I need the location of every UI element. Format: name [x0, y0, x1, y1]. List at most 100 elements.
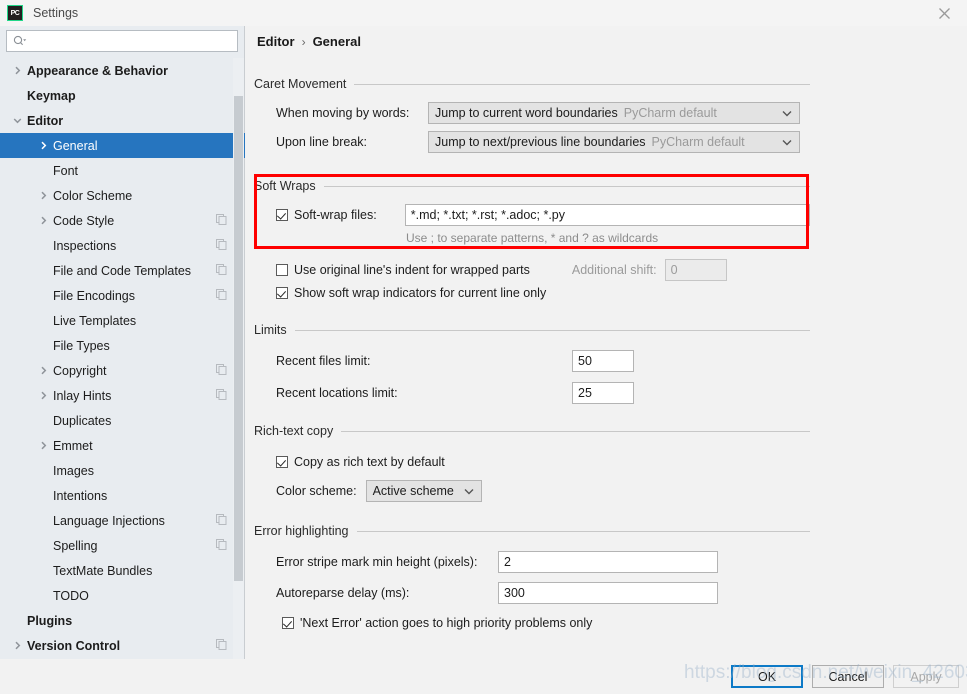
soft-wraps-header: Soft Wraps: [254, 178, 810, 194]
sidebar-item-keymap[interactable]: Keymap: [0, 83, 245, 108]
error-stripe-input[interactable]: 2: [498, 551, 718, 573]
sidebar-item-color-scheme[interactable]: Color Scheme: [0, 183, 245, 208]
color-scheme-combo[interactable]: Active scheme: [365, 480, 482, 502]
section-soft-wraps: Soft Wraps Soft-wrap files: *.md; *.txt;…: [254, 178, 810, 303]
checkbox-box-icon: [282, 617, 294, 629]
error-stripe-label: Error stripe mark min height (pixels):: [276, 555, 478, 569]
soft-wrap-files-input[interactable]: *.md; *.txt; *.rst; *.adoc; *.py: [404, 204, 810, 226]
sidebar-item-file-encodings[interactable]: File Encodings: [0, 283, 245, 308]
row-next-error: 'Next Error' action goes to high priorit…: [254, 610, 810, 636]
row-error-stripe: Error stripe mark min height (pixels): 2: [254, 549, 810, 575]
limits-header: Limits: [254, 322, 810, 338]
sidebar-item-general[interactable]: General: [0, 133, 245, 158]
copy-settings-icon[interactable]: [216, 288, 227, 303]
copy-rich-text-checkbox[interactable]: Copy as rich text by default: [276, 455, 445, 469]
close-icon[interactable]: [921, 0, 967, 26]
sidebar-item-label: File Types: [53, 338, 110, 353]
when-moving-combo[interactable]: Jump to current word boundaries PyCharm …: [428, 102, 800, 124]
chevron-right-icon[interactable]: [11, 64, 24, 77]
recent-files-label: Recent files limit:: [276, 354, 371, 368]
copy-rich-text-label: Copy as rich text by default: [294, 455, 445, 469]
dialog-footer: OK Cancel Apply: [0, 659, 967, 694]
upon-line-break-combo[interactable]: Jump to next/previous line boundaries Py…: [428, 131, 800, 153]
sidebar-item-todo[interactable]: TODO: [0, 583, 245, 608]
section-rich-text-copy: Rich-text copy Copy as rich text by defa…: [254, 423, 810, 504]
sidebar-item-live-templates[interactable]: Live Templates: [0, 308, 245, 333]
copy-settings-icon[interactable]: [216, 238, 227, 253]
sidebar-item-intentions[interactable]: Intentions: [0, 483, 245, 508]
pycharm-icon: PC: [7, 5, 23, 21]
row-soft-wrap-files: Soft-wrap files: *.md; *.txt; *.rst; *.a…: [254, 202, 810, 228]
section-caret-movement: Caret Movement When moving by words: Jum…: [254, 76, 810, 155]
soft-wrap-files-checkbox[interactable]: Soft-wrap files:: [276, 208, 405, 222]
autoreparse-input[interactable]: 300: [498, 582, 718, 604]
ok-button[interactable]: OK: [731, 665, 803, 688]
sidebar: Appearance & Behavior Keymap Editor General…: [0, 26, 245, 659]
chevron-right-icon[interactable]: [37, 439, 50, 452]
show-indicators-checkbox[interactable]: Show soft wrap indicators for current li…: [276, 286, 546, 300]
sidebar-item-version-control[interactable]: Version Control: [0, 633, 245, 658]
sidebar-scrollbar-thumb[interactable]: [234, 96, 243, 581]
sidebar-item-appearance-behavior[interactable]: Appearance & Behavior: [0, 58, 245, 83]
when-moving-label: When moving by words:: [276, 106, 410, 120]
sidebar-item-inspections[interactable]: Inspections: [0, 233, 245, 258]
sidebar-item-file-and-code-templates[interactable]: File and Code Templates: [0, 258, 245, 283]
section-divider: [341, 430, 810, 432]
chevron-right-icon[interactable]: [37, 139, 50, 152]
chevron-down-icon: [464, 488, 474, 495]
sidebar-item-label: Plugins: [27, 613, 73, 628]
copy-settings-icon[interactable]: [216, 638, 227, 653]
recent-files-input[interactable]: 50: [572, 350, 634, 372]
sidebar-item-editor[interactable]: Editor: [0, 108, 245, 133]
copy-settings-icon[interactable]: [216, 263, 227, 278]
sidebar-item-copyright[interactable]: Copyright: [0, 358, 245, 383]
sidebar-scrollbar-track[interactable]: [233, 58, 244, 659]
recent-files-value: 50: [578, 354, 592, 368]
rich-text-copy-header: Rich-text copy: [254, 423, 810, 439]
sidebar-item-language-injections[interactable]: Language Injections: [0, 508, 245, 533]
sidebar-item-label: General: [53, 138, 98, 153]
row-when-moving-by-words: When moving by words: Jump to current wo…: [254, 100, 810, 126]
copy-settings-icon[interactable]: [216, 538, 227, 553]
next-error-label: 'Next Error' action goes to high priorit…: [300, 616, 593, 630]
sidebar-item-font[interactable]: Font: [0, 158, 245, 183]
chevron-right-icon[interactable]: [37, 364, 50, 377]
next-error-checkbox[interactable]: 'Next Error' action goes to high priorit…: [282, 616, 592, 630]
search-input[interactable]: [30, 32, 220, 50]
copy-settings-icon[interactable]: [216, 213, 227, 228]
sidebar-item-inlay-hints[interactable]: Inlay Hints: [0, 383, 245, 408]
sidebar-item-spelling[interactable]: Spelling: [0, 533, 245, 558]
autoreparse-value: 300: [504, 586, 525, 600]
sidebar-item-file-types[interactable]: File Types: [0, 333, 245, 358]
chevron-down-icon[interactable]: [11, 114, 24, 127]
breadcrumb-parent[interactable]: Editor: [257, 34, 295, 49]
chevron-right-icon[interactable]: [37, 214, 50, 227]
row-autoreparse: Autoreparse delay (ms): 300: [254, 580, 810, 606]
chevron-right-icon[interactable]: [11, 639, 24, 652]
sidebar-item-label: File and Code Templates: [53, 263, 192, 278]
sidebar-item-textmate-bundles[interactable]: TextMate Bundles: [0, 558, 245, 583]
copy-settings-icon[interactable]: [216, 363, 227, 378]
sidebar-item-images[interactable]: Images: [0, 458, 245, 483]
copy-settings-icon[interactable]: [216, 513, 227, 528]
checkbox-box-icon: [276, 209, 288, 221]
sidebar-item-emmet[interactable]: Emmet: [0, 433, 245, 458]
search-field[interactable]: [6, 30, 238, 52]
sidebar-item-plugins[interactable]: Plugins: [0, 608, 245, 633]
chevron-right-icon[interactable]: [37, 389, 50, 402]
soft-wraps-title: Soft Wraps: [254, 179, 316, 193]
when-moving-hint: PyCharm default: [623, 106, 717, 120]
settings-dialog: PC Settings Appearance & Behavior Keymap E…: [0, 0, 967, 694]
sidebar-item-label: Language Injections: [53, 513, 165, 528]
cancel-button[interactable]: Cancel: [812, 665, 884, 688]
copy-settings-icon[interactable]: [216, 388, 227, 403]
section-divider: [356, 530, 810, 532]
sidebar-item-code-style[interactable]: Code Style: [0, 208, 245, 233]
additional-shift-input[interactable]: 0: [664, 259, 727, 281]
recent-locations-input[interactable]: 25: [572, 382, 634, 404]
row-show-indicators: Show soft wrap indicators for current li…: [254, 283, 810, 303]
apply-button[interactable]: Apply: [893, 665, 959, 688]
use-original-indent-checkbox[interactable]: Use original line's indent for wrapped p…: [276, 263, 530, 277]
chevron-right-icon[interactable]: [37, 189, 50, 202]
sidebar-item-duplicates[interactable]: Duplicates: [0, 408, 245, 433]
